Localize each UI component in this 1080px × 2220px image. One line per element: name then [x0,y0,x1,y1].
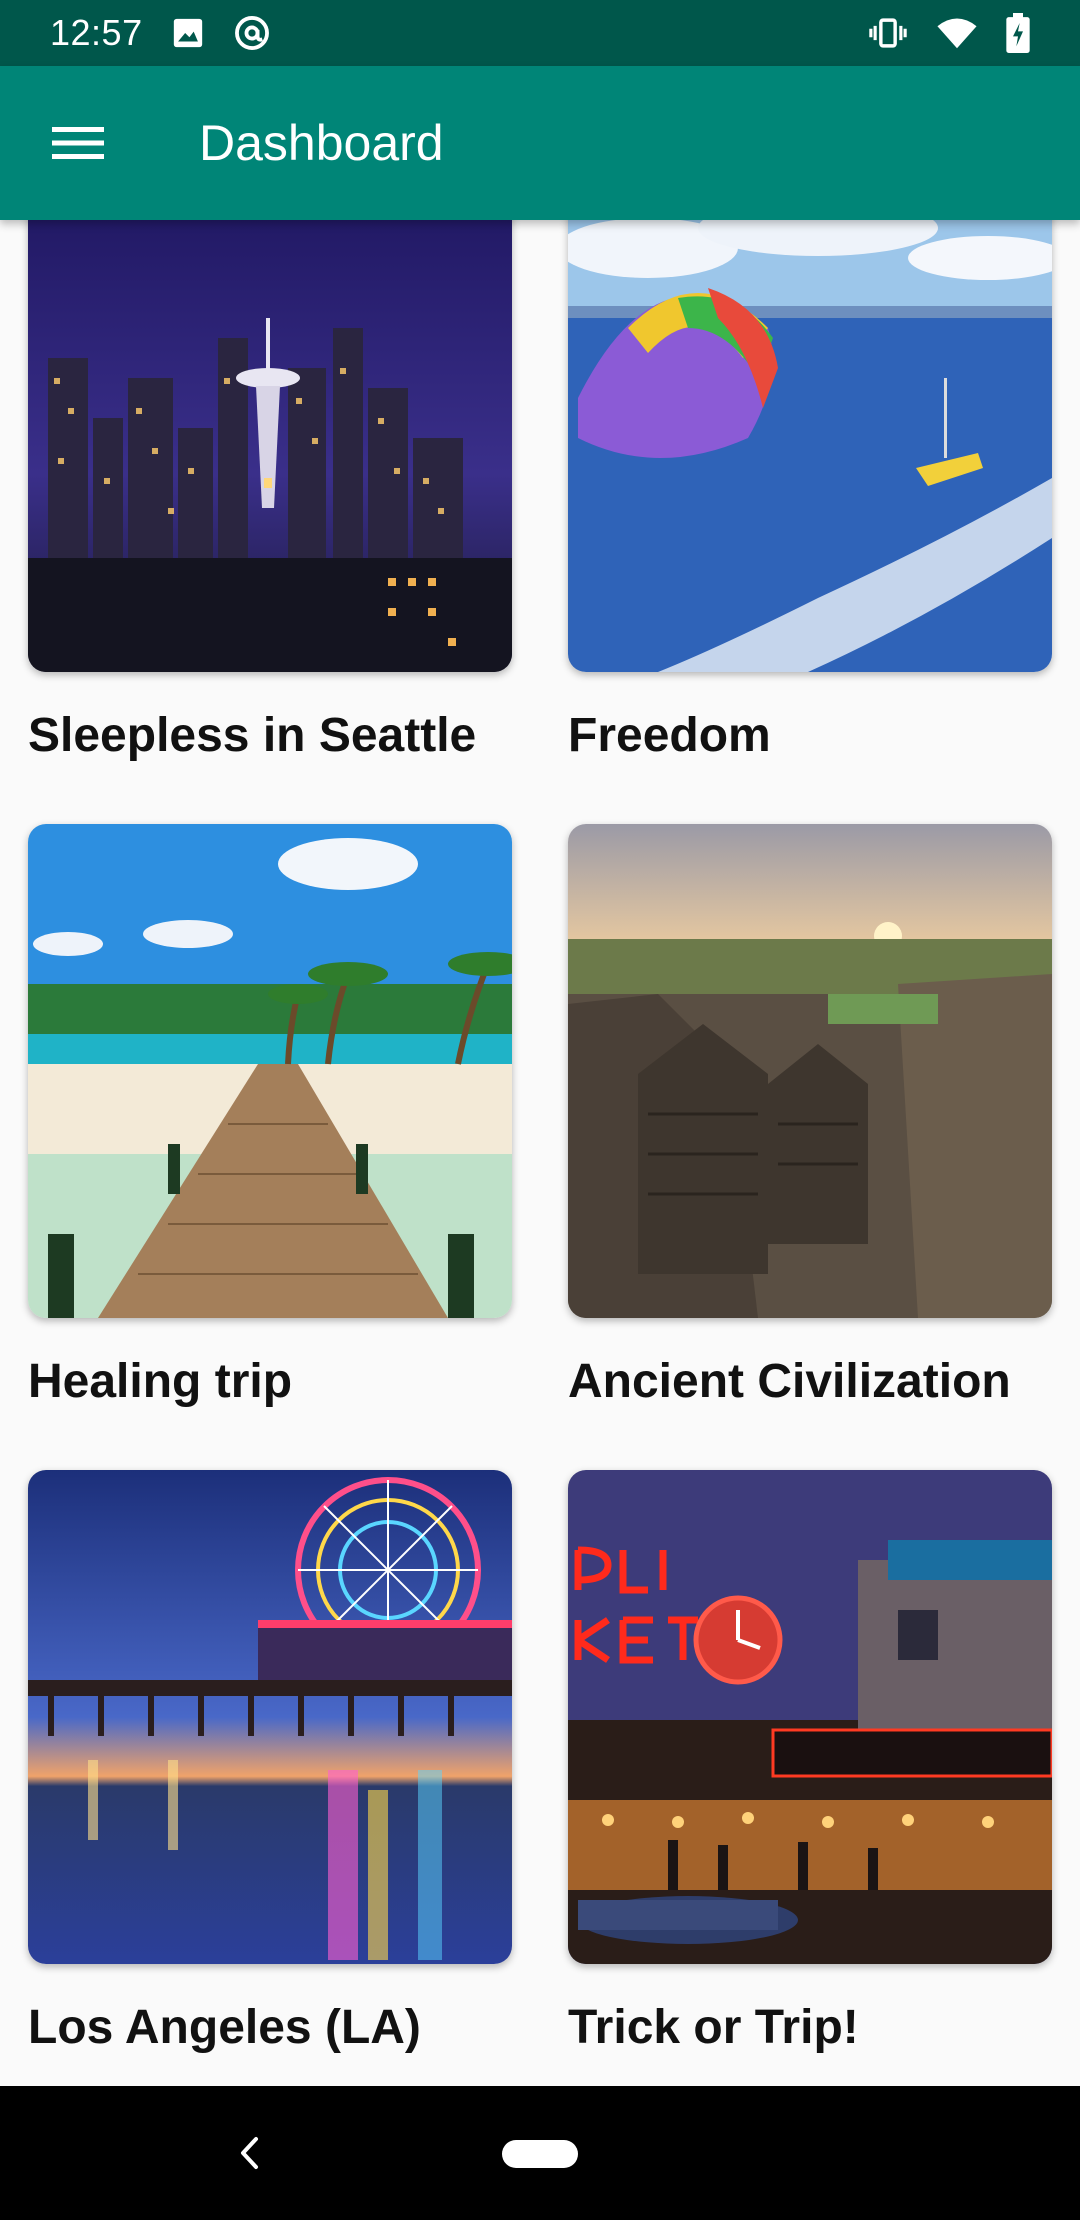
status-right [868,13,1030,53]
image-icon [173,18,202,48]
app-bar: Dashboard [0,66,1080,220]
card-healing-trip[interactable]: Healing trip [28,824,512,1409]
card-title: Trick or Trip! [568,2001,859,2054]
card-image-seattle[interactable] [28,220,512,672]
status-left: 12:57 [50,12,271,54]
page-title: Dashboard [199,115,444,171]
card-sleepless-in-seattle[interactable]: Sleepless in Seattle [28,220,512,763]
back-chevron-icon [241,2137,258,2169]
battery-charging-icon [1006,13,1030,53]
card-image-los-angeles[interactable] [28,1470,512,1964]
system-nav-bar [0,2086,1080,2220]
card-image-freedom[interactable] [568,220,1052,672]
card-title: Freedom [568,709,771,762]
card-trick-or-trip[interactable]: Trick or Trip! [568,1470,1052,2055]
status-time: 12:57 [50,12,143,53]
card-title: Ancient Civilization [568,1355,1011,1408]
at-sign-icon [234,16,269,50]
vibrate-icon [869,18,907,48]
card-title: Healing trip [28,1355,293,1408]
card-los-angeles[interactable]: Los Angeles (LA) [28,1470,512,2055]
card-title: Sleepless in Seattle [28,709,477,762]
card-ancient-civilization[interactable]: Ancient Civilization [568,824,1052,1409]
wifi-icon [937,18,977,49]
nav-back-button[interactable] [222,2126,276,2180]
card-title: Los Angeles (LA) [28,2001,421,2054]
card-image-ancient-civilization[interactable] [568,824,1052,1318]
home-pill-icon[interactable] [502,2140,578,2168]
card-image-trick-or-trip[interactable] [568,1470,1052,1964]
hamburger-menu-icon [52,127,104,159]
menu-button[interactable] [38,103,118,183]
dashboard-grid: Sleepless in Seattle Freedom Healing tri… [0,220,1080,2086]
status-bar: 12:57 [0,0,1080,66]
card-freedom[interactable]: Freedom [568,220,1052,763]
card-image-healing-trip[interactable] [28,824,512,1318]
